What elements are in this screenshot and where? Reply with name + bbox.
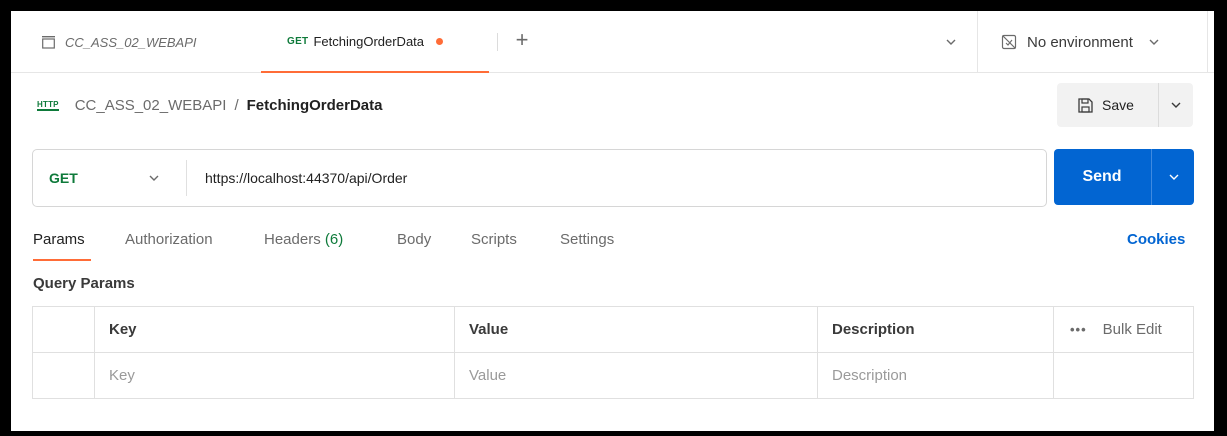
table-row: Key Value Description — [33, 353, 1193, 399]
tab-bar: CC_ASS_02_WEBAPI GET FetchingOrderData +… — [11, 11, 1214, 73]
save-divider — [1158, 83, 1159, 127]
environment-label: No environment — [1027, 33, 1133, 51]
active-tab-indicator — [33, 259, 91, 261]
description-input[interactable]: Description — [818, 353, 1054, 399]
tab-params[interactable]: Params — [33, 231, 85, 248]
value-input[interactable]: Value — [455, 353, 818, 399]
headers-count-badge: (6) — [324, 231, 344, 248]
breadcrumb-collection[interactable]: CC_ASS_02_WEBAPI — [75, 97, 227, 114]
tab-settings[interactable]: Settings — [560, 231, 614, 248]
tab-headers[interactable]: Headers (6) — [264, 231, 343, 248]
row-checkbox-cell — [33, 353, 95, 399]
row-actions-cell — [1054, 353, 1193, 399]
breadcrumb: HTTP CC_ASS_02_WEBAPI / FetchingOrderDat… — [37, 93, 382, 117]
chevron-down-icon — [1149, 39, 1159, 45]
tab-method-badge: GET — [287, 35, 309, 47]
query-params-table: Key Value Description ••• Bulk Edit Key … — [32, 306, 1194, 399]
bulk-edit-group: ••• Bulk Edit — [1070, 307, 1193, 353]
tab-scripts[interactable]: Scripts — [471, 231, 517, 248]
save-button[interactable]: Save — [1102, 97, 1134, 113]
checkbox-column-header — [33, 307, 95, 353]
tabs-dropdown-chevron-icon[interactable] — [943, 34, 959, 50]
tab-request-active[interactable]: GET FetchingOrderData — [261, 11, 489, 73]
tab-divider — [497, 33, 498, 51]
save-icon[interactable] — [1077, 97, 1094, 114]
environment-selector[interactable]: No environment — [1001, 11, 1161, 73]
key-input[interactable]: Key — [95, 353, 455, 399]
bulk-edit-button[interactable]: Bulk Edit — [1103, 307, 1162, 353]
save-button-group: Save — [1057, 83, 1193, 127]
request-url-bar: GET — [32, 149, 1047, 207]
method-chevron-down-icon[interactable] — [147, 171, 161, 185]
query-params-title: Query Params — [33, 275, 135, 292]
tab-request-label: FetchingOrderData — [313, 33, 425, 49]
no-environment-icon — [1001, 34, 1017, 50]
unsaved-dot-icon — [436, 37, 444, 45]
value-column-header: Value — [455, 307, 818, 353]
tab-collection-label: CC_ASS_02_WEBAPI — [65, 34, 197, 50]
new-tab-button[interactable]: + — [509, 27, 535, 53]
url-divider — [186, 160, 187, 196]
save-options-chevron-icon[interactable] — [1169, 98, 1183, 112]
collection-icon — [42, 36, 55, 49]
send-button[interactable]: Send — [1054, 149, 1150, 205]
postman-window: CC_ASS_02_WEBAPI GET FetchingOrderData +… — [11, 11, 1214, 431]
method-selector[interactable]: GET — [49, 150, 78, 206]
send-divider — [1151, 149, 1152, 205]
http-request-icon: HTTP — [37, 99, 59, 111]
breadcrumb-separator: / — [234, 96, 239, 114]
url-input[interactable] — [205, 150, 1025, 206]
tab-collection-overview[interactable]: CC_ASS_02_WEBAPI — [41, 11, 197, 73]
send-button-group: Send — [1054, 149, 1194, 205]
table-header-row: Key Value Description ••• Bulk Edit — [33, 307, 1193, 353]
send-options-chevron-icon[interactable] — [1167, 170, 1181, 184]
request-tabs: Params Authorization Headers (6) Body Sc… — [11, 225, 1214, 265]
tab-authorization[interactable]: Authorization — [125, 231, 213, 248]
cookies-link[interactable]: Cookies — [1127, 231, 1185, 248]
actions-column-header: ••• Bulk Edit — [1054, 307, 1193, 353]
tab-headers-label: Headers — [264, 231, 321, 248]
key-column-header: Key — [95, 307, 455, 353]
more-options-icon[interactable]: ••• — [1070, 307, 1087, 353]
description-column-header: Description — [818, 307, 1054, 353]
breadcrumb-request-name[interactable]: FetchingOrderData — [247, 97, 383, 114]
tab-body[interactable]: Body — [397, 231, 431, 248]
environment-divider — [977, 11, 978, 73]
right-divider — [1207, 11, 1208, 73]
